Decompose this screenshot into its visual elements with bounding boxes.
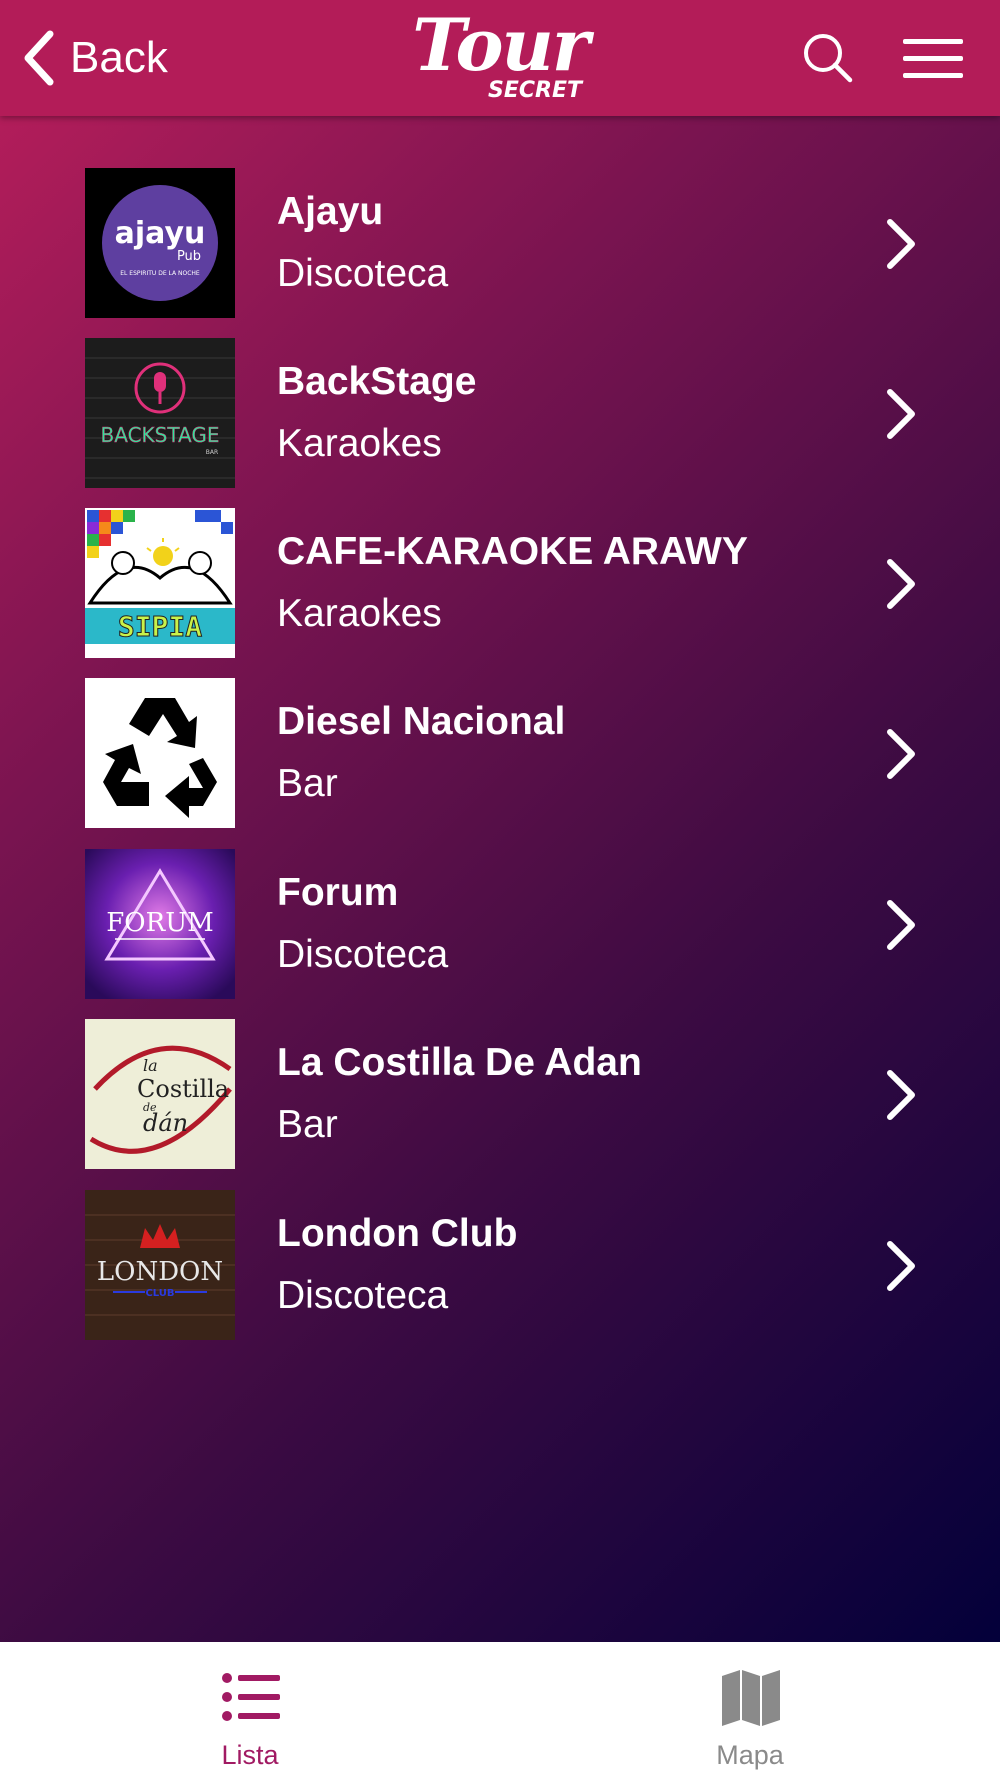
chevron-right-icon (887, 559, 915, 609)
arawy-logo-text: SIPIA (118, 610, 202, 643)
venue-thumbnail-la-costilla: la Costilla de dán (85, 1019, 235, 1169)
venue-category: Bar (277, 762, 338, 805)
venue-item-london-club[interactable]: LONDON CLUB London Club Discoteca (0, 1190, 1000, 1340)
backstage-logo-text: BACKSTAGE (101, 423, 220, 447)
app-header: Back Tour SECRET (0, 0, 1000, 116)
app-logo: Tour SECRET (400, 6, 600, 110)
backstage-logo-small: BAR (206, 449, 218, 456)
venue-thumbnail-ajayu: ajayu Pub EL ESPIRITU DE LA NOCHE (85, 168, 235, 318)
venue-category: Bar (277, 1103, 338, 1146)
ajayu-logo-text: ajayu (115, 216, 206, 251)
venue-name: Diesel Nacional (277, 700, 566, 743)
venue-list-area: ajayu Pub EL ESPIRITU DE LA NOCHE Ajayu … (0, 116, 1000, 1642)
venue-item-arawy[interactable]: SIPIA CAFE-KARAOKE ARAWY Karaokes (0, 508, 1000, 658)
venue-category: Karaokes (277, 592, 442, 635)
venue-item-diesel-nacional[interactable]: Diesel Nacional Bar (0, 678, 1000, 828)
venue-thumbnail-forum: FORUM (85, 849, 235, 999)
venue-item-forum[interactable]: FORUM Forum Discoteca (0, 849, 1000, 999)
venue-name: Forum (277, 871, 399, 914)
tab-mapa[interactable]: Mapa (500, 1642, 1000, 1778)
costilla-logo-la: la (143, 1056, 158, 1075)
tab-lista-label: Lista (221, 1740, 279, 1770)
venue-name: Ajayu (277, 190, 384, 233)
venue-item-la-costilla-de-adan[interactable]: la Costilla de dán La Costilla De Adan B… (0, 1019, 1000, 1169)
venue-thumbnail-london-club: LONDON CLUB (85, 1190, 235, 1340)
costilla-logo-adan: dán (143, 1109, 188, 1137)
chevron-left-icon (24, 30, 54, 86)
back-label: Back (70, 33, 168, 82)
venue-item-ajayu[interactable]: ajayu Pub EL ESPIRITU DE LA NOCHE Ajayu … (0, 168, 1000, 318)
chevron-right-icon (887, 729, 915, 779)
hamburger-menu-icon[interactable] (900, 36, 966, 82)
tab-lista[interactable]: Lista (0, 1642, 500, 1778)
venue-name: London Club (277, 1212, 518, 1255)
venue-item-backstage[interactable]: BACKSTAGE BAR BackStage Karaokes (0, 338, 1000, 488)
chevron-right-icon (887, 1070, 915, 1120)
back-button[interactable]: Back (22, 26, 168, 90)
tab-mapa-label: Mapa (716, 1740, 784, 1770)
ajayu-logo-tagline: EL ESPIRITU DE LA NOCHE (120, 270, 200, 277)
venue-category: Karaokes (277, 422, 442, 465)
venue-thumbnail-arawy: SIPIA (85, 508, 235, 658)
venue-name: CAFE-KARAOKE ARAWY (277, 530, 748, 573)
logo-sub-text: SECRET (488, 78, 582, 103)
venue-category: Discoteca (277, 252, 449, 295)
forum-logo-text: FORUM (106, 908, 213, 938)
search-icon[interactable] (800, 30, 856, 86)
bottom-tab-bar: Lista Mapa (0, 1642, 1000, 1778)
map-icon (722, 1670, 780, 1726)
venue-thumbnail-diesel-nacional (85, 678, 235, 828)
venue-name: La Costilla De Adan (277, 1041, 642, 1084)
chevron-right-icon (887, 389, 915, 439)
logo-main-text: Tour (412, 2, 590, 87)
venue-thumbnail-backstage: BACKSTAGE BAR (85, 338, 235, 488)
venue-category: Discoteca (277, 933, 449, 976)
london-logo-text: LONDON (97, 1257, 223, 1287)
venue-name: BackStage (277, 360, 477, 403)
london-logo-small: CLUB (145, 1288, 174, 1299)
costilla-logo-main: Costilla (137, 1075, 229, 1103)
chevron-right-icon (887, 219, 915, 269)
list-icon (222, 1673, 280, 1721)
chevron-right-icon (887, 1241, 915, 1291)
chevron-right-icon (887, 900, 915, 950)
ajayu-logo-sub: Pub (177, 249, 201, 264)
venue-category: Discoteca (277, 1274, 449, 1317)
